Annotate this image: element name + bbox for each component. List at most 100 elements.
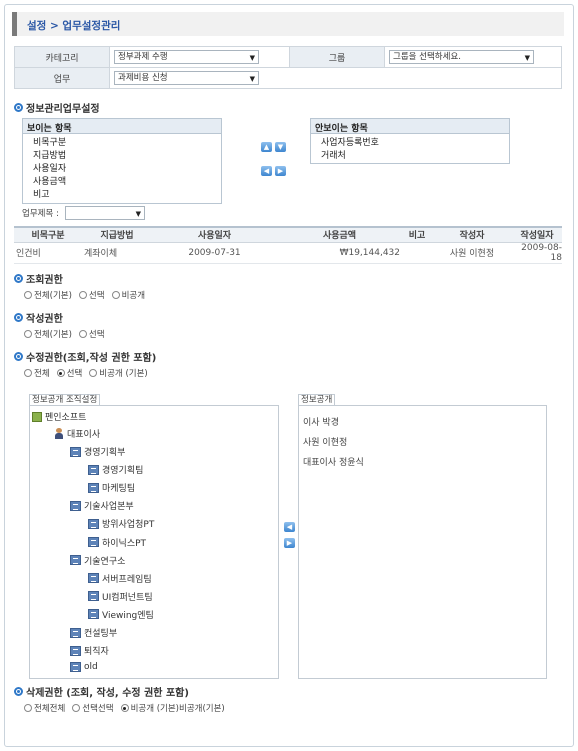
tree-node[interactable]: 하이닉스PT	[88, 536, 146, 549]
table-cell: ₩19,144,432	[277, 242, 402, 264]
delete-perm-option-private[interactable]: 비공개 (기본)비공개(기본)	[120, 702, 225, 714]
edit-perm-option-select[interactable]: 선택	[56, 367, 82, 379]
move-up-button[interactable]: ▲	[261, 142, 272, 152]
tree-node[interactable]: 마케팅팀	[88, 481, 135, 494]
radio-button[interactable]	[72, 704, 81, 712]
radio-button[interactable]	[56, 369, 65, 377]
radio-button[interactable]	[24, 330, 32, 338]
radio-button[interactable]	[120, 704, 129, 712]
delete-perm-option-select[interactable]: 선택선택	[72, 702, 114, 714]
radio-button[interactable]	[89, 369, 98, 377]
radio-button[interactable]	[111, 291, 120, 299]
option-label: 선택	[88, 291, 105, 301]
table-cell: 2009-07-31	[152, 242, 277, 264]
move-left-button[interactable]: ◀	[284, 522, 295, 532]
tree-node-label: 경영기획팀	[102, 466, 144, 477]
task-select-value: 과제비용 신청	[118, 73, 168, 83]
write-perm-options: 전체(기본) 선택	[24, 328, 112, 340]
list-item[interactable]: 사용금액	[23, 176, 221, 189]
org-unit-icon	[70, 500, 81, 511]
filter-table: 카테고리 정부과제 수행 ▼ 그룹 그룹을 선택하세요. ▼ 업무 과제비용 신…	[14, 46, 562, 89]
tree-node[interactable]: 기술사업본부	[70, 499, 134, 512]
tree-node[interactable]: 컨설팅부	[70, 626, 117, 639]
view-perm-title-text: 조회권한	[26, 275, 63, 286]
table-cell: 사원 이현정	[432, 242, 512, 264]
write-perm-title: 작성권한	[14, 310, 63, 325]
tree-node[interactable]: 경영기획팀	[88, 463, 143, 476]
view-perm-option-select[interactable]: 선택	[78, 289, 105, 301]
org-unit-icon	[88, 464, 99, 475]
radio-button[interactable]	[78, 330, 87, 338]
move-right-button[interactable]: ▶	[275, 166, 286, 176]
column-header: 사용금액	[277, 226, 402, 243]
tree-node-label: UI컴퍼넌트팀	[102, 592, 153, 603]
tree-node[interactable]: 서버프레임팀	[88, 572, 152, 585]
table-cell: 인건비	[14, 242, 82, 264]
list-item[interactable]: 사용일자	[23, 163, 221, 176]
option-label: 비공개 (기본)	[99, 369, 148, 379]
delete-perm-option-all[interactable]: 전체전체	[24, 702, 65, 714]
edit-perm-option-private[interactable]: 비공개 (기본)	[89, 367, 148, 379]
tree-node[interactable]: 기술연구소	[70, 554, 125, 567]
group-select[interactable]: 그룹을 선택하세요. ▼	[389, 50, 534, 64]
subject-label: 업무제목 :	[22, 209, 59, 219]
list-item[interactable]: 대표이사 정윤식	[303, 455, 364, 468]
subject-select[interactable]: ▼	[65, 206, 145, 220]
org-unit-icon	[88, 537, 99, 547]
org-unit-icon	[88, 573, 99, 584]
move-down-button[interactable]: ▼	[275, 142, 286, 152]
move-left-button[interactable]: ◀	[261, 166, 272, 176]
write-perm-option-select[interactable]: 선택	[78, 328, 105, 340]
list-item[interactable]: 비목구분	[23, 137, 221, 150]
list-item[interactable]: 지급방법	[23, 150, 221, 163]
hidden-items-list[interactable]: 안보이는 항목 사업자등록번호 거래처	[310, 118, 510, 164]
tree-node[interactable]: 경영기획부	[70, 445, 125, 458]
view-perm-title: 조회권한	[14, 271, 63, 286]
column-header: 작성자	[432, 226, 512, 243]
column-header: 비고	[402, 226, 432, 243]
tree-node[interactable]: Viewing엔팀	[88, 608, 154, 621]
tree-node-label: 기술연구소	[84, 556, 126, 567]
table-cell: 계좌이체	[82, 242, 152, 264]
tree-node-label: 하이닉스PT	[102, 538, 147, 549]
radio-button[interactable]	[24, 291, 32, 299]
section-bullet-icon	[14, 313, 23, 322]
column-header: 사용일자	[152, 226, 277, 243]
tree-node[interactable]: UI컴퍼넌트팀	[88, 590, 153, 603]
view-perm-option-private[interactable]: 비공개	[111, 289, 145, 301]
preview-table: 비목구분 지급방법 사용일자 사용금액 비고 작성자 작성일자 인건비 계좌이체…	[14, 226, 562, 264]
tree-root[interactable]: 펜인소프트	[32, 410, 86, 423]
list-item[interactable]: 사업자등록번호	[311, 137, 509, 150]
tree-node-label: 컨설팅부	[84, 629, 118, 639]
list-item[interactable]: 사원 이현정	[303, 435, 347, 448]
category-select[interactable]: 정부과제 수행 ▼	[114, 50, 259, 64]
move-right-button[interactable]: ▶	[284, 538, 295, 548]
section-bullet-icon	[14, 103, 23, 112]
tree-node-ceo[interactable]: 대표이사	[54, 427, 100, 440]
write-perm-option-all[interactable]: 전체(기본)	[24, 328, 72, 340]
option-label: 선택선택	[82, 704, 114, 714]
edit-perm-title: 수정권한(조회,작성 권한 포함)	[14, 349, 156, 364]
list-item[interactable]: 거래처	[311, 150, 509, 163]
tree-node[interactable]: old	[70, 662, 98, 673]
tree-node[interactable]: 퇴직자	[70, 644, 109, 657]
section-bullet-icon	[14, 352, 23, 361]
visible-items-list[interactable]: 보이는 항목 비목구분 지급방법 사용일자 사용금액 비고	[22, 118, 222, 204]
task-select[interactable]: 과제비용 신청 ▼	[114, 71, 259, 85]
option-label: 전체	[34, 369, 50, 379]
list-item[interactable]: 이사 박경	[303, 415, 339, 428]
radio-button[interactable]	[24, 369, 32, 377]
list-item[interactable]: 비고	[23, 189, 221, 202]
edit-perm-option-all[interactable]: 전체	[24, 367, 50, 379]
option-label: 비공개 (기본)비공개(기본)	[130, 704, 225, 714]
task-label: 업무	[14, 67, 110, 89]
org-unit-icon	[70, 662, 81, 673]
delete-perm-options: 전체전체 선택선택 비공개 (기본)비공개(기본)	[24, 702, 232, 714]
view-perm-option-all[interactable]: 전체(기본)	[24, 289, 72, 301]
radio-button[interactable]	[24, 704, 32, 712]
tree-node[interactable]: 방위사업청PT	[88, 517, 154, 530]
option-label: 선택	[88, 330, 105, 340]
delete-perm-title-text: 삭제권한 (조회, 작성, 수정 권한 포함)	[26, 688, 189, 699]
tree-node-label: 서버프레임팀	[102, 574, 152, 585]
radio-button[interactable]	[78, 291, 87, 299]
